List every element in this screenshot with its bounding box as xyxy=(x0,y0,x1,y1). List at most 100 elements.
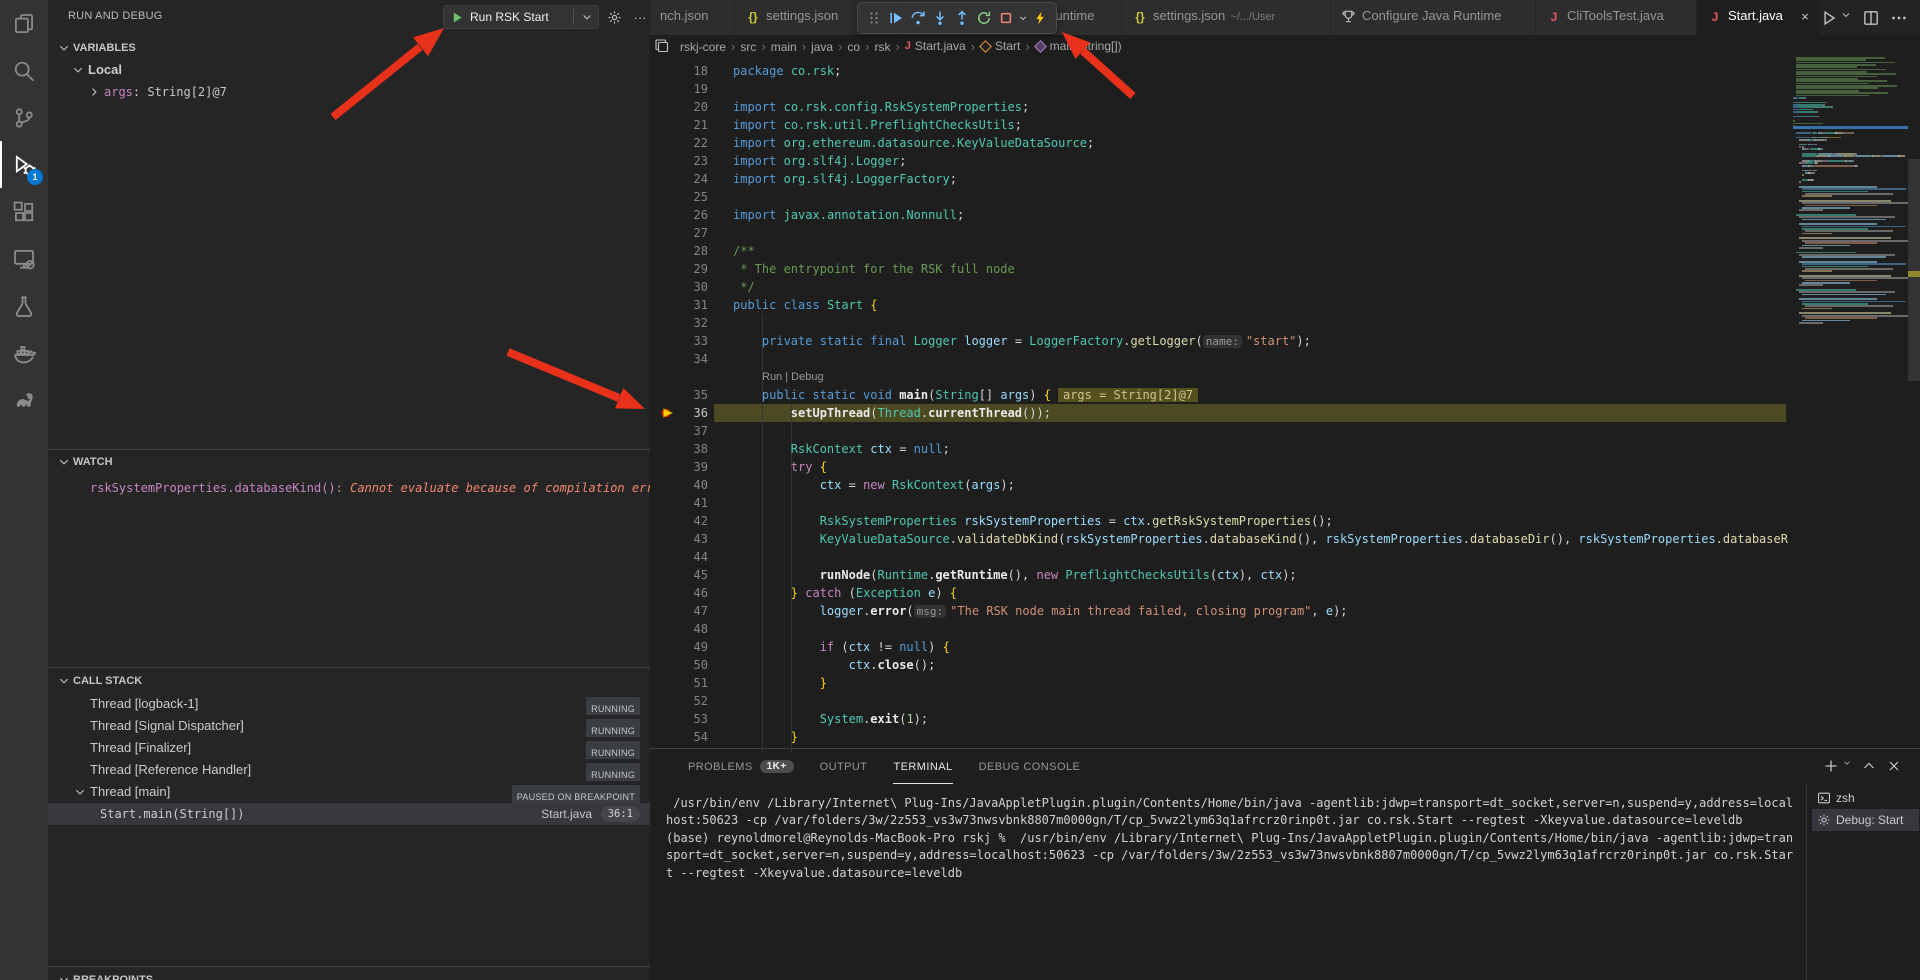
line-number[interactable]: 47 xyxy=(650,602,708,620)
call-stack-section-header[interactable]: CALL STACK xyxy=(48,670,650,692)
stack-frame-start-main[interactable]: Start.main(String[]) Start.java 36:1 xyxy=(48,803,650,825)
code-line-25[interactable]: 25 xyxy=(650,188,1790,206)
code-line-18[interactable]: 18package co.rsk; xyxy=(650,62,1790,80)
code-line-39[interactable]: 39 try { xyxy=(650,458,1790,476)
line-number[interactable]: 43 xyxy=(650,530,708,548)
maximize-panel-icon[interactable] xyxy=(1861,758,1877,774)
line-number[interactable]: 34 xyxy=(650,350,708,368)
terminal-dropdown-chevron-icon[interactable] xyxy=(1842,758,1852,774)
watch-expression[interactable]: rskSystemProperties.databaseKind(): Cann… xyxy=(48,477,650,499)
code-line-34[interactable]: 34 xyxy=(650,350,1790,368)
breakpoints-section-header[interactable]: BREAKPOINTS xyxy=(48,969,650,980)
variables-scope-local[interactable]: Local xyxy=(48,59,650,81)
code-line-49[interactable]: 49 if (ctx != null) { xyxy=(650,638,1790,656)
more-actions-icon[interactable] xyxy=(1890,9,1908,27)
breadcrumb-method[interactable]: main(String[]) xyxy=(1050,39,1122,53)
code-line-41[interactable]: 41 xyxy=(650,494,1790,512)
code-line-28[interactable]: 28/** xyxy=(650,242,1790,260)
breakpoint-current-line-icon[interactable] xyxy=(659,405,675,421)
tab-settings-json[interactable]: {}settings.json~/.../User xyxy=(1122,0,1331,35)
call-stack-thread-5[interactable]: Thread [main]PAUSED ON BREAKPOINT xyxy=(48,781,650,803)
line-number[interactable]: 46 xyxy=(650,584,708,602)
code-line-47[interactable]: 47 logger.error(msg:"The RSK node main t… xyxy=(650,602,1790,620)
code-line-36[interactable]: 36 setUpThread(Thread.currentThread()); xyxy=(650,404,1790,422)
line-number[interactable]: 52 xyxy=(650,692,708,710)
line-number[interactable]: 33 xyxy=(650,332,708,350)
line-number[interactable]: 24 xyxy=(650,170,708,188)
code-line-22[interactable]: 22import org.ethereum.datasource.KeyValu… xyxy=(650,134,1790,152)
line-number[interactable]: 40 xyxy=(650,476,708,494)
step-into-button[interactable] xyxy=(929,6,951,30)
activity-bar-item-source-control[interactable] xyxy=(0,94,48,141)
breadcrumb-item-main[interactable]: main xyxy=(771,40,797,54)
code-line-48[interactable]: 48 xyxy=(650,620,1790,638)
breadcrumb-item-java[interactable]: java xyxy=(811,40,833,54)
breadcrumb-lead-icon[interactable] xyxy=(654,38,670,54)
code-line-44[interactable]: 44 xyxy=(650,548,1790,566)
line-number[interactable]: 39 xyxy=(650,458,708,476)
editor-scrollbar[interactable] xyxy=(1908,57,1920,748)
restart-button[interactable] xyxy=(973,6,995,30)
code-line-45[interactable]: 45 runNode(Runtime.getRuntime(), new Pre… xyxy=(650,566,1790,584)
run-configuration-button[interactable]: Run RSK Start xyxy=(443,5,599,29)
code-line-51[interactable]: 51 } xyxy=(650,674,1790,692)
code-line-19[interactable]: 19 xyxy=(650,80,1790,98)
panel-tab-terminal[interactable]: TERMINAL xyxy=(893,749,952,784)
breadcrumb-item-src[interactable]: src xyxy=(740,40,756,54)
breadcrumb-file[interactable]: Start.java xyxy=(915,39,966,53)
line-number[interactable]: 19 xyxy=(650,80,708,98)
code-line-27[interactable]: 27 xyxy=(650,224,1790,242)
code-line-29[interactable]: 29 * The entrypoint for the RSK full nod… xyxy=(650,260,1790,278)
variable-args[interactable]: args: String[2]@7 xyxy=(48,81,650,103)
line-number[interactable]: 21 xyxy=(650,116,708,134)
line-number[interactable]: 26 xyxy=(650,206,708,224)
panel-tab-output[interactable]: OUTPUT xyxy=(820,749,868,784)
line-number[interactable]: 37 xyxy=(650,422,708,440)
breadcrumb-item-rsk[interactable]: rsk xyxy=(874,40,890,54)
run-configuration-chevron[interactable] xyxy=(576,11,598,23)
line-number[interactable]: 45 xyxy=(650,566,708,584)
step-over-button[interactable] xyxy=(907,6,929,30)
code-line-43[interactable]: 43 KeyValueDataSource.validateDbKind(rsk… xyxy=(650,530,1790,548)
activity-bar-item-explorer[interactable] xyxy=(0,0,48,47)
activity-bar-item-remote-explorer[interactable] xyxy=(0,235,48,282)
code-line-26[interactable]: 26import javax.annotation.Nonnull; xyxy=(650,206,1790,224)
activity-bar-item-docker[interactable] xyxy=(0,329,48,376)
drag-handle[interactable] xyxy=(863,6,885,30)
code-line-23[interactable]: 23import org.slf4j.Logger; xyxy=(650,152,1790,170)
line-number[interactable]: 44 xyxy=(650,548,708,566)
code-line-35[interactable]: 35 public static void main(String[] args… xyxy=(650,386,1790,404)
code-line-24[interactable]: 24import org.slf4j.LoggerFactory; xyxy=(650,170,1790,188)
code-line-38[interactable]: 38 RskContext ctx = null; xyxy=(650,440,1790,458)
activity-bar-item-search[interactable] xyxy=(0,47,48,94)
line-number[interactable]: 48 xyxy=(650,620,708,638)
line-number[interactable]: 35 xyxy=(650,386,708,404)
line-number[interactable]: 38 xyxy=(650,440,708,458)
activity-bar-item-run-and-debug[interactable]: 1 xyxy=(0,141,48,188)
code-line-52[interactable]: 52 xyxy=(650,692,1790,710)
debug-settings-gear-icon[interactable] xyxy=(605,8,623,26)
activity-bar-item-gradle[interactable] xyxy=(0,376,48,423)
terminal-session-zsh[interactable]: zsh xyxy=(1812,787,1919,809)
call-stack-thread-3[interactable]: Thread [Finalizer]RUNNING xyxy=(48,737,650,759)
code-line-21[interactable]: 21import co.rsk.util.PreflightChecksUtil… xyxy=(650,116,1790,134)
code-line-50[interactable]: 50 ctx.close(); xyxy=(650,656,1790,674)
code-line-46[interactable]: 46 } catch (Exception e) { xyxy=(650,584,1790,602)
line-number[interactable]: 30 xyxy=(650,278,708,296)
breadcrumb-item-rskj-core[interactable]: rskj-core xyxy=(680,40,726,54)
code-line-53[interactable]: 53 System.exit(1); xyxy=(650,710,1790,728)
views-more-actions-icon[interactable]: ··· xyxy=(631,8,649,26)
stop-menu-chevron-button[interactable] xyxy=(1017,6,1029,30)
line-number[interactable]: 25 xyxy=(650,188,708,206)
breadcrumb-item-co[interactable]: co xyxy=(847,40,860,54)
line-number[interactable]: 49 xyxy=(650,638,708,656)
tab-configure-java-runtime[interactable]: Configure Java Runtime xyxy=(1331,0,1536,35)
variables-section-header[interactable]: VARIABLES xyxy=(48,37,650,59)
stop-button[interactable] xyxy=(995,6,1017,30)
activity-bar-item-testing[interactable] xyxy=(0,282,48,329)
line-number[interactable]: 20 xyxy=(650,98,708,116)
watch-section-header[interactable]: WATCH xyxy=(48,451,650,473)
tab-nch-json[interactable]: nch.json xyxy=(650,0,735,35)
line-number[interactable]: 18 xyxy=(650,62,708,80)
breadcrumb-class[interactable]: Start xyxy=(995,39,1020,53)
